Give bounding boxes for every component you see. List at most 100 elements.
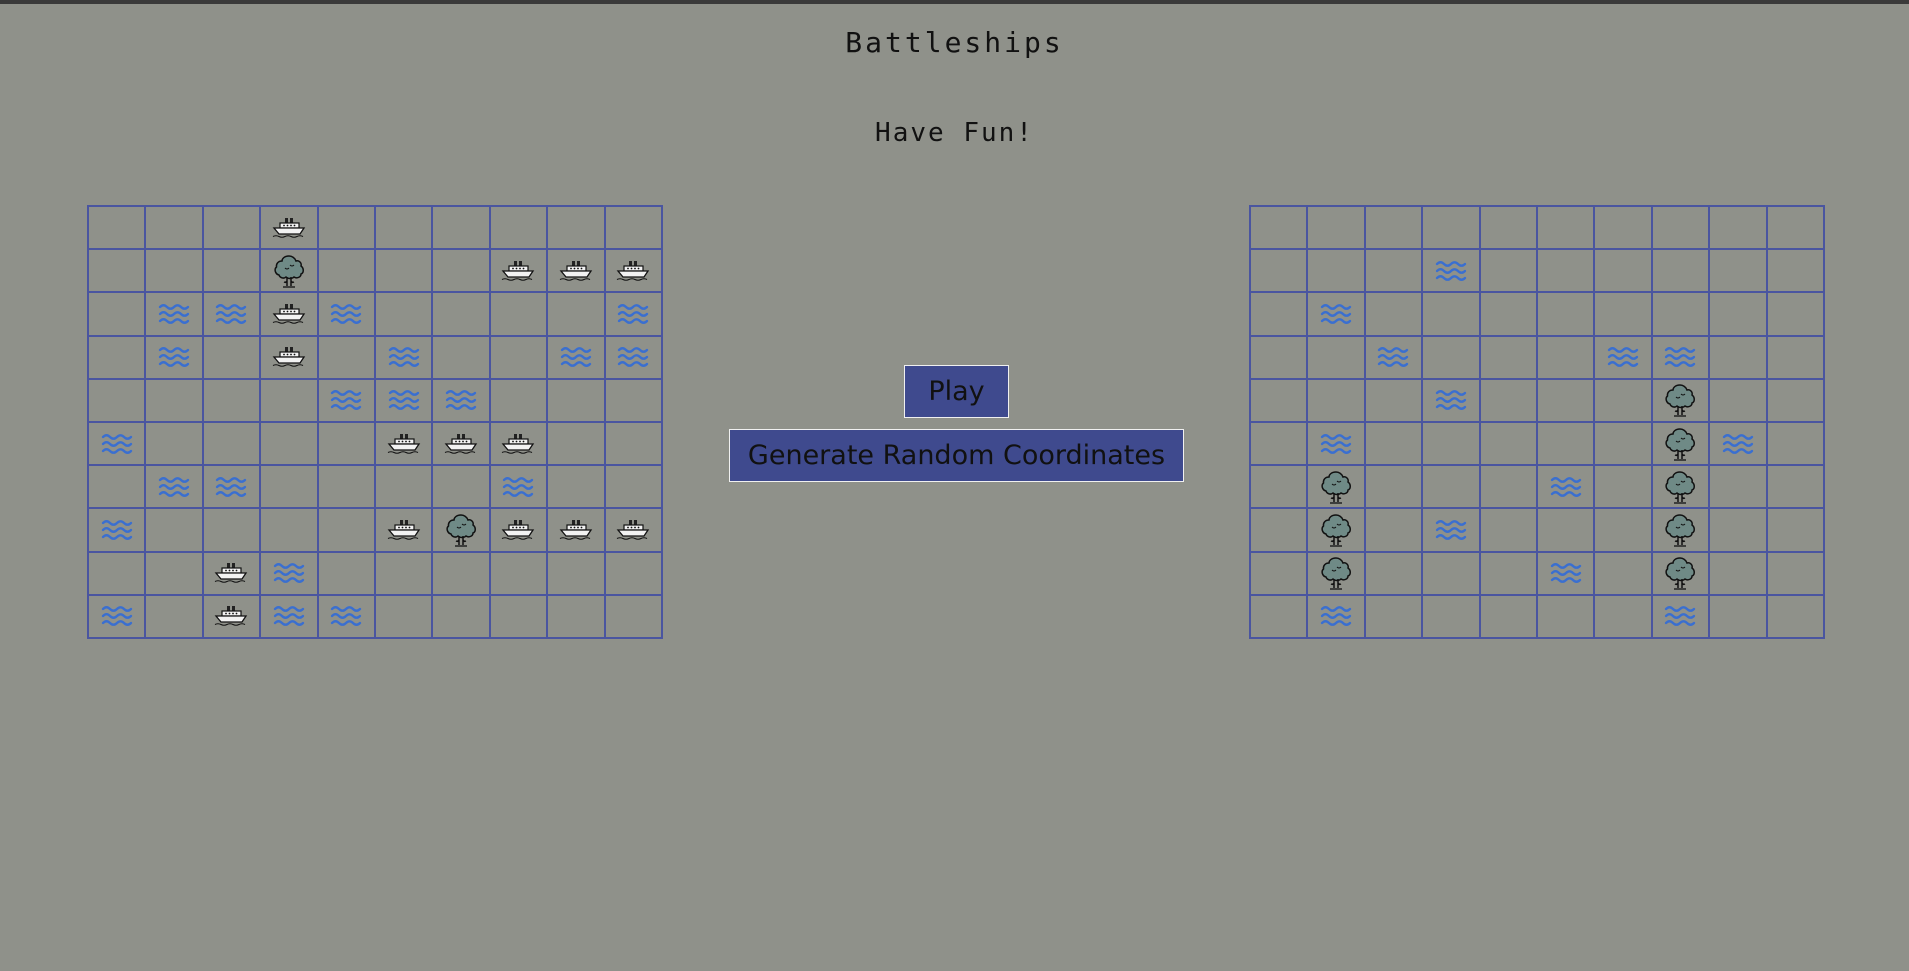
player-cell[interactable] (88, 378, 146, 422)
player-cell[interactable] (260, 206, 318, 250)
opponent-cell[interactable] (1479, 422, 1537, 466)
player-cell[interactable] (145, 292, 203, 336)
opponent-cell[interactable] (1364, 465, 1423, 509)
opponent-cell[interactable] (1479, 508, 1537, 552)
player-cell[interactable] (145, 594, 203, 638)
opponent-cell[interactable] (1364, 594, 1423, 638)
opponent-cell[interactable] (1364, 292, 1423, 336)
opponent-cell[interactable] (1479, 335, 1537, 379)
player-cell[interactable] (260, 335, 318, 379)
player-cell[interactable] (317, 292, 375, 336)
opponent-cell[interactable] (1250, 206, 1308, 250)
opponent-cell[interactable] (1364, 378, 1423, 422)
opponent-cell[interactable] (1651, 249, 1710, 293)
player-cell[interactable] (489, 508, 548, 552)
player-cell[interactable] (317, 249, 375, 293)
opponent-cell[interactable] (1651, 508, 1710, 552)
player-cell[interactable] (317, 378, 375, 422)
player-cell[interactable] (88, 292, 146, 336)
opponent-cell[interactable] (1709, 249, 1767, 293)
opponent-cell[interactable] (1250, 378, 1308, 422)
opponent-cell[interactable] (1766, 551, 1824, 595)
player-cell[interactable] (317, 206, 375, 250)
player-cell[interactable] (260, 249, 318, 293)
player-cell[interactable] (88, 551, 146, 595)
opponent-cell[interactable] (1307, 422, 1365, 466)
player-cell[interactable] (375, 551, 433, 595)
opponent-cell[interactable] (1766, 249, 1824, 293)
opponent-cell[interactable] (1651, 465, 1710, 509)
player-cell[interactable] (260, 292, 318, 336)
player-cell[interactable] (547, 594, 605, 638)
opponent-cell[interactable] (1537, 292, 1595, 336)
opponent-cell[interactable] (1479, 378, 1537, 422)
opponent-cell[interactable] (1307, 292, 1365, 336)
player-cell[interactable] (604, 465, 662, 509)
player-cell[interactable] (604, 422, 662, 466)
player-cell[interactable] (317, 422, 375, 466)
player-cell[interactable] (375, 465, 433, 509)
player-cell[interactable] (489, 465, 548, 509)
player-cell[interactable] (489, 292, 548, 336)
opponent-cell[interactable] (1537, 508, 1595, 552)
opponent-cell[interactable] (1479, 465, 1537, 509)
opponent-cell[interactable] (1250, 422, 1308, 466)
player-cell[interactable] (88, 249, 146, 293)
opponent-cell[interactable] (1422, 594, 1480, 638)
player-cell[interactable] (547, 292, 605, 336)
opponent-cell[interactable] (1651, 378, 1710, 422)
opponent-cell[interactable] (1364, 551, 1423, 595)
opponent-cell[interactable] (1709, 508, 1767, 552)
opponent-cell[interactable] (1307, 249, 1365, 293)
player-cell[interactable] (260, 508, 318, 552)
player-cell[interactable] (547, 335, 605, 379)
opponent-cell[interactable] (1422, 206, 1480, 250)
opponent-cell[interactable] (1364, 422, 1423, 466)
opponent-cell[interactable] (1250, 249, 1308, 293)
opponent-cell[interactable] (1594, 465, 1652, 509)
opponent-cell[interactable] (1307, 465, 1365, 509)
player-cell[interactable] (375, 206, 433, 250)
player-cell[interactable] (88, 422, 146, 466)
opponent-cell[interactable] (1479, 594, 1537, 638)
opponent-cell[interactable] (1651, 551, 1710, 595)
opponent-cell[interactable] (1651, 206, 1710, 250)
player-cell[interactable] (145, 378, 203, 422)
opponent-cell[interactable] (1307, 378, 1365, 422)
player-cell[interactable] (432, 465, 490, 509)
opponent-cell[interactable] (1422, 335, 1480, 379)
opponent-cell[interactable] (1422, 551, 1480, 595)
player-cell[interactable] (88, 206, 146, 250)
opponent-cell[interactable] (1364, 508, 1423, 552)
opponent-cell[interactable] (1422, 422, 1480, 466)
player-cell[interactable] (432, 508, 490, 552)
player-cell[interactable] (88, 465, 146, 509)
opponent-cell[interactable] (1537, 465, 1595, 509)
player-cell[interactable] (489, 206, 548, 250)
player-cell[interactable] (489, 422, 548, 466)
opponent-cell[interactable] (1479, 249, 1537, 293)
player-cell[interactable] (375, 292, 433, 336)
opponent-cell[interactable] (1766, 378, 1824, 422)
player-cell[interactable] (260, 465, 318, 509)
opponent-cell[interactable] (1250, 465, 1308, 509)
player-cell[interactable] (432, 551, 490, 595)
player-cell[interactable] (432, 335, 490, 379)
play-button[interactable]: Play (904, 365, 1009, 418)
player-cell[interactable] (317, 335, 375, 379)
opponent-cell[interactable] (1709, 465, 1767, 509)
opponent-cell[interactable] (1364, 249, 1423, 293)
opponent-cell[interactable] (1422, 249, 1480, 293)
player-cell[interactable] (145, 249, 203, 293)
opponent-cell[interactable] (1766, 335, 1824, 379)
player-cell[interactable] (547, 422, 605, 466)
opponent-cell[interactable] (1766, 292, 1824, 336)
player-cell[interactable] (202, 422, 261, 466)
player-cell[interactable] (145, 335, 203, 379)
opponent-cell[interactable] (1422, 378, 1480, 422)
player-cell[interactable] (317, 465, 375, 509)
player-cell[interactable] (604, 206, 662, 250)
opponent-cell[interactable] (1307, 551, 1365, 595)
player-cell[interactable] (489, 551, 548, 595)
opponent-cell[interactable] (1594, 508, 1652, 552)
